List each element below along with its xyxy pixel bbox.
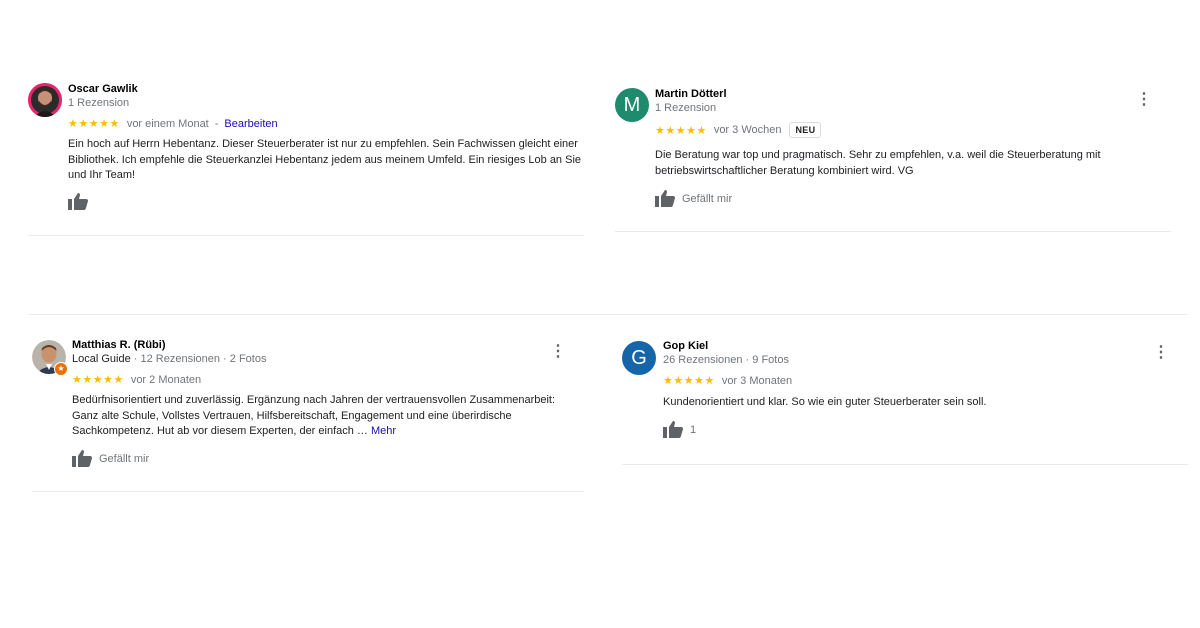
rating-row: ★★★★★ vor 3 Monaten <box>663 374 793 388</box>
like-button[interactable] <box>68 193 95 210</box>
review-text-body: Bedürfnisorientiert und zuverlässig. Erg… <box>72 394 556 437</box>
rating-row: ★★★★★ vor 2 Monaten <box>72 373 202 387</box>
local-guide-badge-icon: ★ <box>54 362 68 376</box>
reviewer-meta[interactable]: 26 Rezensionen · 9 Fotos <box>663 354 789 366</box>
review-divider <box>615 231 1171 232</box>
like-label: Gefällt mir <box>99 452 150 465</box>
section-divider <box>28 314 1188 315</box>
review-divider <box>622 464 1188 465</box>
new-badge: NEU <box>789 122 822 138</box>
thumb-up-icon <box>72 450 92 467</box>
review-card-martin-doetterl: M Martin Dötterl 1 Rezension ★★★★★ vor 3… <box>615 86 1175 207</box>
reviewer-name[interactable]: Oscar Gawlik <box>68 83 138 95</box>
review-card-oscar-gawlik: Oscar Gawlik 1 Rezension ★★★★★ vor einem… <box>28 82 588 210</box>
like-button[interactable]: Gefällt mir <box>72 450 149 467</box>
avatar[interactable]: G <box>622 341 656 375</box>
review-card-gop-kiel: G Gop Kiel 26 Rezensionen · 9 Fotos ★★★★… <box>622 339 1182 449</box>
like-label: Gefällt mir <box>682 192 733 205</box>
more-link[interactable]: Mehr <box>371 425 396 437</box>
review-divider <box>28 235 584 236</box>
review-time: vor 2 Monaten <box>130 373 202 386</box>
local-guide-label: Local Guide <box>72 353 131 365</box>
reviewer-name[interactable]: Matthias R. (Rübi) <box>72 339 166 351</box>
reviewer-meta[interactable]: 1 Rezension <box>68 97 129 109</box>
review-text: Die Beratung war top und pragmatisch. Se… <box>655 149 1101 177</box>
reviewer-name[interactable]: Gop Kiel <box>663 340 708 352</box>
review-stats: · 12 Rezensionen · 2 Fotos <box>130 353 267 365</box>
like-button[interactable]: Gefällt mir <box>655 190 732 207</box>
thumb-up-icon <box>68 193 88 210</box>
review-time: vor 3 Wochen <box>713 124 782 136</box>
rating-row: ★★★★★ vor einem Monat - Bearbeiten <box>68 117 278 131</box>
review-divider <box>32 491 584 492</box>
reviewer-meta[interactable]: 1 Rezension <box>655 102 716 114</box>
more-options-icon[interactable]: ⋮ <box>1136 92 1152 108</box>
reviewer-name[interactable]: Martin Dötterl <box>655 88 727 100</box>
review-time: vor einem Monat <box>126 117 209 130</box>
review-text: Ein hoch auf Herrn Hebentanz. Dieser Ste… <box>68 138 582 181</box>
like-button[interactable]: 1 <box>663 421 696 438</box>
thumb-up-icon <box>663 421 683 438</box>
like-count: 1 <box>690 423 697 436</box>
review-text: Bedürfnisorientiert und zuverlässig. Erg… <box>72 393 572 440</box>
avatar[interactable]: M <box>615 88 649 122</box>
star-rating: ★★★★★ <box>663 375 715 387</box>
star-rating: ★★★★★ <box>72 374 124 386</box>
more-options-icon[interactable]: ⋮ <box>1153 345 1169 361</box>
reviewer-meta[interactable]: Local Guide · 12 Rezensionen · 2 Fotos <box>72 353 266 365</box>
rating-row: ★★★★★ vor 3 Wochen NEU <box>655 122 822 138</box>
avatar-letter: M <box>623 93 641 116</box>
more-options-icon[interactable]: ⋮ <box>550 344 566 360</box>
avatar[interactable] <box>28 83 62 117</box>
separator: - <box>214 117 219 130</box>
review-time: vor 3 Monaten <box>721 374 793 387</box>
review-text: Kundenorientiert und klar. So wie ein gu… <box>663 396 987 408</box>
thumb-up-icon <box>655 190 675 207</box>
star-rating: ★★★★★ <box>655 124 707 137</box>
profile-photo-icon <box>28 83 62 117</box>
avatar-letter: G <box>631 346 647 369</box>
edit-review-link[interactable]: Bearbeiten <box>224 118 277 130</box>
review-card-matthias-r: ★ Matthias R. (Rübi) Local Guide · 12 Re… <box>32 338 588 468</box>
star-rating: ★★★★★ <box>68 118 120 130</box>
